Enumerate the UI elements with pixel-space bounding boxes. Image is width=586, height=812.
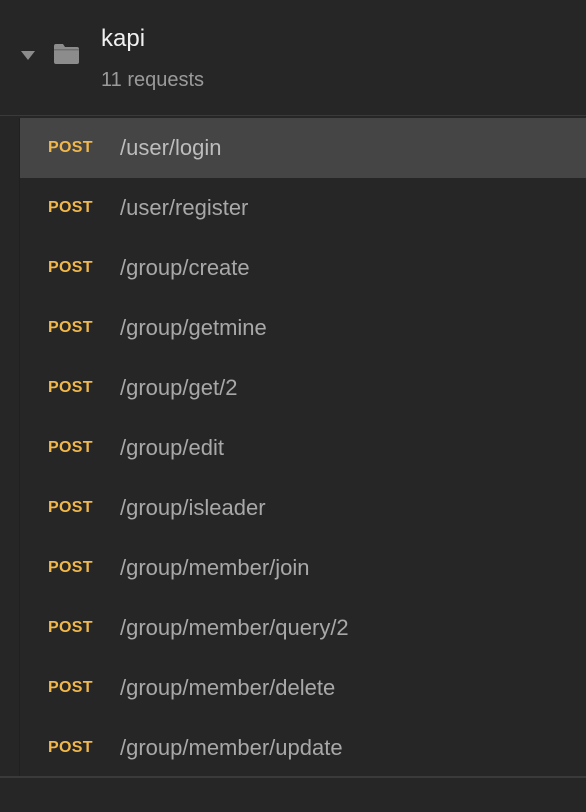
collection-name: kapi [101, 25, 146, 52]
request-count: 11 requests [101, 69, 205, 91]
method-badge: POST [48, 379, 93, 396]
request-path: /group/isleader [120, 495, 266, 520]
request-path: /user/login [120, 135, 222, 160]
method-badge: POST [48, 619, 93, 636]
method-badge: POST [48, 679, 93, 696]
request-path: /group/member/delete [120, 675, 336, 700]
request-path: /group/create [120, 255, 250, 280]
request-item[interactable]: POST/group/member/delete [20, 658, 586, 718]
collection-header[interactable]: kapi 11 requests [0, 0, 586, 116]
request-item[interactable]: POST/group/create [20, 238, 586, 298]
request-path: /group/get/2 [120, 375, 238, 400]
method-badge: POST [48, 139, 93, 156]
request-item[interactable]: POST/group/member/update [20, 718, 586, 778]
caret-down-icon[interactable] [21, 51, 35, 60]
request-path: /group/member/join [120, 555, 310, 580]
request-path: /group/member/query/2 [120, 615, 349, 640]
request-path: /group/edit [120, 435, 224, 460]
request-item[interactable]: POST/group/isleader [20, 478, 586, 538]
request-item[interactable]: POST/group/getmine [20, 298, 586, 358]
method-badge: POST [48, 499, 93, 516]
method-badge: POST [48, 439, 93, 456]
request-item[interactable]: POST/user/register [20, 178, 586, 238]
method-badge: POST [48, 739, 93, 756]
request-path: /user/register [120, 195, 249, 220]
request-item[interactable]: POST/group/get/2 [20, 358, 586, 418]
request-item[interactable]: POST/group/edit [20, 418, 586, 478]
method-badge: POST [48, 319, 93, 336]
method-badge: POST [48, 559, 93, 576]
request-item[interactable]: POST/user/login [20, 118, 586, 178]
method-badge: POST [48, 199, 93, 216]
request-item[interactable]: POST/group/member/join [20, 538, 586, 598]
request-path: /group/member/update [120, 735, 343, 760]
collection-sidebar: kapi 11 requests POST/user/login POST/use… [0, 0, 586, 812]
folder-icon [54, 44, 79, 64]
request-path: /group/getmine [120, 315, 267, 340]
request-list: POST/user/login POST/user/register POST/gr… [0, 118, 586, 778]
tree-indent-rail [0, 118, 20, 776]
request-item[interactable]: POST/group/member/query/2 [20, 598, 586, 658]
method-badge: POST [48, 259, 93, 276]
